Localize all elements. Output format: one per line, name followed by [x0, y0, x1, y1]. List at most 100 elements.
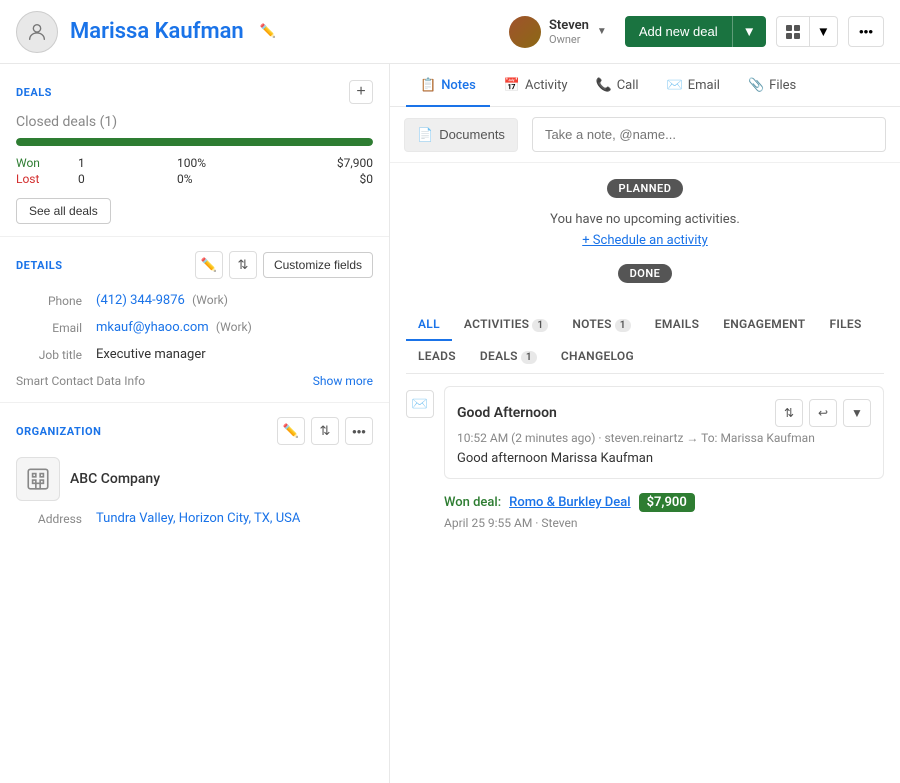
- email-title: Good Afternoon: [457, 405, 557, 421]
- email-card-container: ✉️ Good Afternoon ⇅ ↩ ▼ 10:52 AM (2 minu…: [406, 386, 884, 479]
- filter-tab-all[interactable]: ALL: [406, 309, 452, 341]
- deals-section-header: DEALS +: [16, 80, 373, 104]
- job-value: Executive manager: [96, 347, 373, 362]
- grid-dropdown-button[interactable]: ▼: [810, 16, 838, 47]
- filter-tab-files[interactable]: FILES: [817, 309, 873, 341]
- schedule-activity-link[interactable]: + Schedule an activity: [406, 233, 884, 248]
- filter-tab-notes[interactable]: NOTES1: [560, 309, 642, 341]
- edit-details-button[interactable]: ✏️: [195, 251, 223, 279]
- closed-deals-label: Closed deals (1): [16, 114, 373, 130]
- lost-count: 0: [78, 172, 175, 186]
- deal-won-amount: $7,900: [639, 493, 695, 512]
- done-badge: DONE: [618, 264, 673, 283]
- planned-badge: PLANNED: [607, 179, 684, 198]
- filter-tab-emails[interactable]: EMAILS: [643, 309, 711, 341]
- email-tab-icon: ✉️: [667, 78, 683, 93]
- tab-notes[interactable]: 📋 Notes: [406, 64, 490, 107]
- owner-info: Steven Owner: [549, 18, 589, 46]
- tab-files[interactable]: 📎 Files: [734, 64, 810, 107]
- reorder-org-button[interactable]: ⇅: [311, 417, 339, 445]
- show-more-button[interactable]: Show more: [313, 374, 373, 388]
- more-options-button[interactable]: •••: [848, 16, 884, 47]
- reorder-details-button[interactable]: ⇅: [229, 251, 257, 279]
- call-tab-icon: 📞: [596, 78, 612, 93]
- org-header: ORGANIZATION ✏️ ⇅ •••: [16, 417, 373, 445]
- won-label: Won: [16, 156, 76, 170]
- org-actions: ✏️ ⇅ •••: [277, 417, 373, 445]
- owner-avatar: [509, 16, 541, 48]
- org-title: ORGANIZATION: [16, 425, 101, 438]
- filter-tab-deals[interactable]: DEALS1: [468, 341, 549, 373]
- document-icon: 📄: [417, 127, 433, 143]
- documents-button[interactable]: 📄 Documents: [404, 118, 518, 152]
- done-section: DONE: [406, 264, 884, 297]
- contact-avatar: [16, 11, 58, 53]
- email-body: Good afternoon Marissa Kaufman: [457, 451, 871, 466]
- email-link[interactable]: mkauf@yhaoo.com: [96, 320, 209, 335]
- details-header: DETAILS ✏️ ⇅ Customize fields: [16, 251, 373, 279]
- phone-value: (412) 344-9876 (Work): [96, 293, 373, 308]
- deals-badge: 1: [521, 351, 537, 364]
- deal-won-row: Won deal: Romo & Burkley Deal $7,900: [444, 493, 884, 512]
- tab-call[interactable]: 📞 Call: [582, 64, 653, 107]
- details-actions: ✏️ ⇅ Customize fields: [195, 251, 373, 279]
- more-org-button[interactable]: •••: [345, 417, 373, 445]
- address-label: Address: [16, 511, 96, 526]
- tab-bar: 📋 Notes 📅 Activity 📞 Call ✉️ Email 📎 Fil…: [390, 64, 900, 107]
- filter-tab-engagement[interactable]: ENGAGEMENT: [711, 309, 817, 341]
- reply-email-button[interactable]: ↩: [809, 399, 837, 427]
- deal-won-name[interactable]: Romo & Burkley Deal: [509, 495, 630, 510]
- see-all-deals-button[interactable]: See all deals: [16, 198, 111, 224]
- filter-tab-changelog[interactable]: CHANGELOG: [549, 341, 646, 373]
- email-label: Email: [16, 320, 96, 335]
- deal-won-card: Won deal: Romo & Burkley Deal $7,900 Apr…: [444, 493, 884, 530]
- address-field-row: Address Tundra Valley, Horizon City, TX,…: [16, 511, 373, 526]
- expand-email-button[interactable]: ⇅: [775, 399, 803, 427]
- job-label: Job title: [16, 347, 96, 362]
- email-card: Good Afternoon ⇅ ↩ ▼ 10:52 AM (2 minutes…: [444, 386, 884, 479]
- view-toggle: ▼: [776, 16, 838, 47]
- organization-section: ORGANIZATION ✏️ ⇅ •••: [0, 403, 389, 552]
- won-percent: 100%: [177, 156, 274, 170]
- note-area: 📄 Documents: [390, 107, 900, 163]
- email-float-icon[interactable]: ✉️: [406, 390, 434, 418]
- add-deal-dropdown-button[interactable]: ▼: [732, 16, 766, 47]
- deal-won-container: Won deal: Romo & Burkley Deal $7,900 Apr…: [406, 493, 884, 530]
- notes-badge: 1: [615, 319, 631, 332]
- address-value[interactable]: Tundra Valley, Horizon City, TX, USA: [96, 511, 300, 526]
- add-deal-button[interactable]: +: [349, 80, 373, 104]
- tab-email[interactable]: ✉️ Email: [653, 64, 734, 107]
- lost-amount: $0: [276, 172, 373, 186]
- deals-title: DEALS: [16, 86, 52, 99]
- email-meta: 10:52 AM (2 minutes ago) · steven.reinar…: [457, 431, 871, 445]
- add-new-deal-button[interactable]: Add new deal: [625, 16, 732, 47]
- email-card-header: Good Afternoon ⇅ ↩ ▼: [457, 399, 871, 427]
- owner-badge[interactable]: Steven Owner ▼: [501, 12, 615, 52]
- header-left: Marissa Kaufman ✏️: [16, 11, 276, 53]
- building-icon: [25, 466, 51, 492]
- no-activities-text: You have no upcoming activities.: [406, 212, 884, 227]
- email-field-row: Email mkauf@yhaoo.com (Work): [16, 320, 373, 335]
- grid-view-button[interactable]: [776, 16, 810, 47]
- notes-tab-icon: 📋: [420, 78, 436, 93]
- owner-role: Owner: [549, 33, 589, 46]
- deals-progress-bar: [16, 138, 373, 146]
- activity-tab-icon: 📅: [504, 78, 520, 93]
- org-icon: [16, 457, 60, 501]
- phone-field-row: Phone (412) 344-9876 (Work): [16, 293, 373, 308]
- phone-link[interactable]: (412) 344-9876: [96, 293, 185, 308]
- edit-org-button[interactable]: ✏️: [277, 417, 305, 445]
- note-input[interactable]: [532, 117, 886, 152]
- edit-contact-icon[interactable]: ✏️: [260, 24, 276, 39]
- tab-activity[interactable]: 📅 Activity: [490, 64, 582, 107]
- filter-tab-activities[interactable]: ACTIVITIES1: [452, 309, 560, 341]
- lost-label: Lost: [16, 172, 76, 186]
- deal-stats: Won 1 100% $7,900 Lost 0 0% $0: [16, 156, 373, 186]
- more-email-button[interactable]: ▼: [843, 399, 871, 427]
- files-tab-icon: 📎: [748, 78, 764, 93]
- right-panel: 📋 Notes 📅 Activity 📞 Call ✉️ Email 📎 Fil…: [390, 64, 900, 783]
- activity-area: PLANNED You have no upcoming activities.…: [390, 163, 900, 546]
- customize-fields-button[interactable]: Customize fields: [263, 252, 373, 278]
- filter-tab-leads[interactable]: LEADS: [406, 341, 468, 373]
- org-name: ABC Company: [70, 471, 160, 487]
